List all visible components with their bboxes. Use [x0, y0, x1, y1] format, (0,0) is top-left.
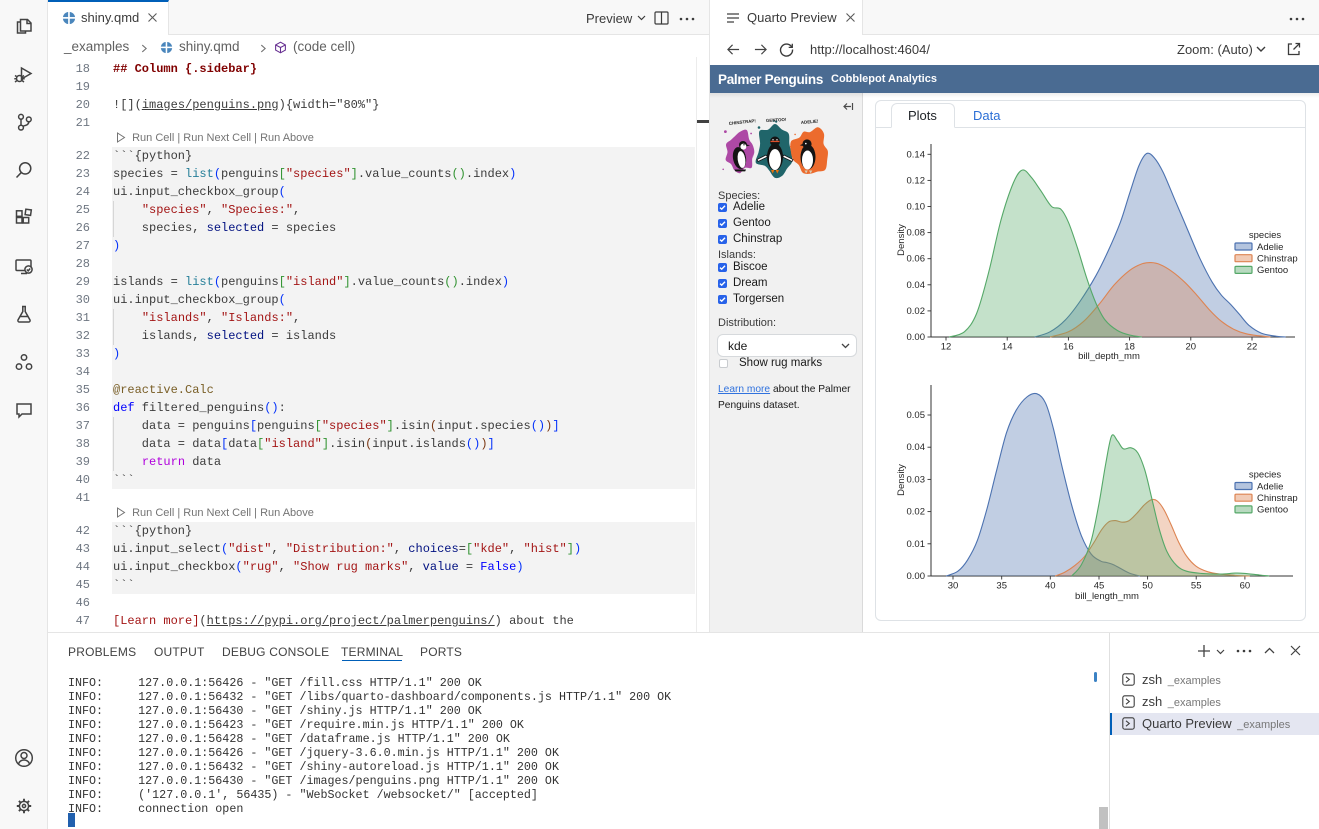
svg-text:0.02: 0.02 [907, 306, 926, 317]
svg-text:0.10: 0.10 [907, 202, 926, 213]
svg-text:30: 30 [948, 581, 959, 592]
svg-text:0.12: 0.12 [907, 175, 926, 186]
svg-text:55: 55 [1191, 581, 1202, 592]
svg-text:Density: Density [896, 224, 907, 256]
svg-text:0.06: 0.06 [907, 254, 926, 265]
svg-text:0.14: 0.14 [907, 149, 926, 160]
svg-text:35: 35 [996, 581, 1007, 592]
svg-text:0.03: 0.03 [907, 474, 926, 485]
svg-text:bill_depth_mm: bill_depth_mm [1078, 351, 1140, 362]
svg-text:0.00: 0.00 [907, 571, 926, 582]
svg-text:0.02: 0.02 [907, 507, 926, 518]
svg-text:45: 45 [1094, 581, 1105, 592]
svg-text:14: 14 [1002, 342, 1013, 353]
svg-text:0.04: 0.04 [907, 442, 926, 453]
svg-text:0.04: 0.04 [907, 280, 926, 291]
svg-text:50: 50 [1142, 581, 1153, 592]
svg-text:16: 16 [1063, 342, 1074, 353]
svg-text:0.08: 0.08 [907, 228, 926, 239]
svg-text:CHINSTRAP!: CHINSTRAP! [729, 118, 757, 126]
svg-text:0.00: 0.00 [907, 332, 926, 343]
svg-text:GENTOO!: GENTOO! [766, 117, 787, 123]
svg-text:0.01: 0.01 [907, 539, 926, 550]
svg-text:Chinstrap: Chinstrap [1257, 254, 1298, 265]
svg-text:bill_length_mm: bill_length_mm [1075, 591, 1139, 602]
svg-text:Adelie: Adelie [1257, 481, 1283, 492]
svg-text:20: 20 [1186, 342, 1197, 353]
svg-text:species: species [1249, 230, 1281, 241]
svg-text:Adelie: Adelie [1257, 242, 1283, 253]
svg-text:species: species [1249, 470, 1281, 481]
svg-text:ADELIE!: ADELIE! [801, 118, 819, 125]
svg-text:12: 12 [941, 342, 952, 353]
svg-text:0.05: 0.05 [907, 410, 926, 421]
svg-text:Density: Density [896, 464, 907, 496]
svg-text:Gentoo: Gentoo [1257, 265, 1288, 276]
svg-text:40: 40 [1045, 581, 1056, 592]
svg-text:22: 22 [1247, 342, 1258, 353]
svg-text:Gentoo: Gentoo [1257, 505, 1288, 516]
svg-text:60: 60 [1240, 581, 1251, 592]
svg-text:Chinstrap: Chinstrap [1257, 493, 1298, 504]
